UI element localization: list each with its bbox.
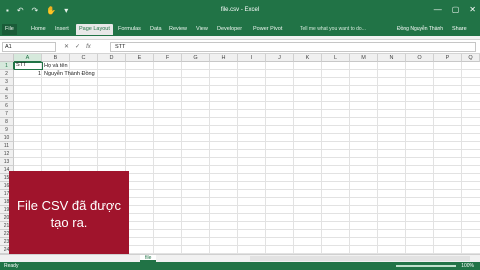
tell-me-search[interactable]: Tell me what you want to do...	[300, 24, 366, 35]
name-box[interactable]: A1	[2, 42, 56, 52]
column-header-g[interactable]: G	[182, 54, 210, 62]
status-bar: Ready 100%	[0, 262, 480, 270]
minimize-icon[interactable]: —	[434, 5, 442, 14]
row-header-9[interactable]: 9	[0, 126, 14, 134]
tab-review[interactable]: Review	[166, 24, 190, 35]
row-header-10[interactable]: 10	[0, 134, 14, 142]
column-header-e[interactable]: E	[126, 54, 154, 62]
column-header-c[interactable]: C	[70, 54, 98, 62]
row-header-3[interactable]: 3	[0, 78, 14, 86]
row-header-5[interactable]: 5	[0, 94, 14, 102]
formula-icons: ✕ ✓ fx	[64, 42, 91, 52]
caption-overlay: File CSV đã được tạo ra.	[9, 171, 129, 257]
sheet-tab[interactable]: file	[140, 255, 157, 262]
column-header-i[interactable]: I	[238, 54, 266, 62]
tab-formulas[interactable]: Formulas	[115, 24, 144, 35]
tab-home[interactable]: Home	[28, 24, 49, 35]
column-header-d[interactable]: D	[98, 54, 126, 62]
formula-input[interactable]: STT	[110, 42, 476, 52]
tab-file[interactable]: File	[2, 24, 17, 35]
title-bar: ▪ ↶ ↷ ✋ ▾ file.csv - Excel — ▢ ✕	[0, 0, 480, 22]
zoom-slider[interactable]	[396, 265, 456, 267]
sheet-tabs-bar: file	[0, 254, 480, 262]
zoom-level[interactable]: 100%	[461, 262, 474, 270]
window-controls: — ▢ ✕	[434, 5, 476, 14]
enter-icon[interactable]: ✓	[75, 42, 80, 52]
column-header-m[interactable]: M	[350, 54, 378, 62]
row-header-12[interactable]: 12	[0, 150, 14, 158]
column-header-l[interactable]: L	[322, 54, 350, 62]
ribbon-tabs: File Home Insert Page Layout Formulas Da…	[0, 22, 480, 36]
cell-b2[interactable]: Nguyễn Thành Đồng	[43, 70, 96, 78]
fx-icon[interactable]: fx	[86, 42, 91, 52]
tab-page-layout[interactable]: Page Layout	[76, 24, 113, 35]
column-header-p[interactable]: P	[434, 54, 462, 62]
cell-b1[interactable]: Họ và tên	[43, 62, 69, 70]
row-header-11[interactable]: 11	[0, 142, 14, 150]
row-header-7[interactable]: 7	[0, 110, 14, 118]
status-text: Ready	[4, 263, 19, 269]
column-header-q[interactable]: Q	[462, 54, 480, 62]
caption-text: File CSV đã được tạo ra.	[17, 198, 121, 230]
row-header-13[interactable]: 13	[0, 158, 14, 166]
cell-a1[interactable]: STT	[14, 62, 43, 70]
column-header-b[interactable]: B	[42, 54, 70, 62]
share-button[interactable]: Share	[452, 24, 467, 35]
row-header-8[interactable]: 8	[0, 118, 14, 126]
row-header-2[interactable]: 2	[0, 70, 14, 78]
cancel-icon[interactable]: ✕	[64, 42, 69, 52]
close-icon[interactable]: ✕	[469, 5, 476, 14]
column-header-o[interactable]: O	[406, 54, 434, 62]
user-name[interactable]: Đồng Nguyễn Thành	[397, 24, 443, 35]
row-header-6[interactable]: 6	[0, 102, 14, 110]
column-header-a[interactable]: A	[14, 54, 42, 62]
column-header-j[interactable]: J	[266, 54, 294, 62]
window-title: file.csv - Excel	[220, 7, 260, 13]
column-header-n[interactable]: N	[378, 54, 406, 62]
cell-a2[interactable]: 1	[14, 70, 42, 78]
tab-view[interactable]: View	[193, 24, 211, 35]
select-all-corner[interactable]	[0, 54, 14, 62]
row-header-4[interactable]: 4	[0, 86, 14, 94]
row-header-1[interactable]: 1	[0, 62, 14, 70]
tab-insert[interactable]: Insert	[52, 24, 72, 35]
column-header-k[interactable]: K	[294, 54, 322, 62]
maximize-icon[interactable]: ▢	[452, 5, 460, 14]
tab-data[interactable]: Data	[147, 24, 165, 35]
horizontal-scrollbar[interactable]	[250, 256, 470, 261]
column-header-f[interactable]: F	[154, 54, 182, 62]
formula-bar: A1 ✕ ✓ fx STT	[0, 40, 480, 54]
tab-power-pivot[interactable]: Power Pivot	[250, 24, 285, 35]
column-header-h[interactable]: H	[210, 54, 238, 62]
tab-developer[interactable]: Developer	[214, 24, 245, 35]
